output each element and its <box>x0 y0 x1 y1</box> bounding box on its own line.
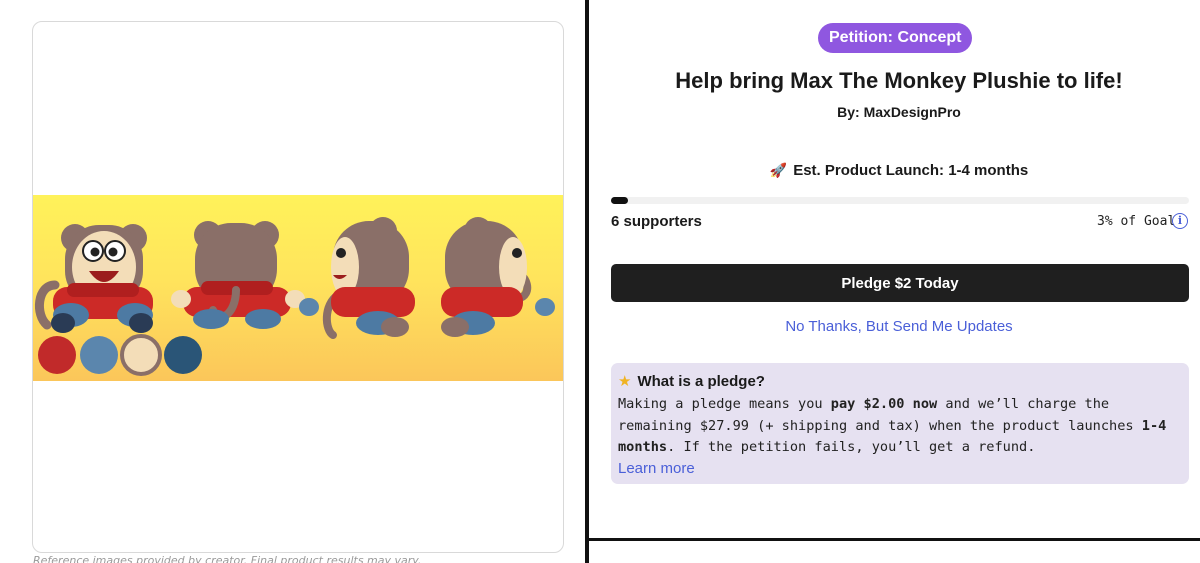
product-image-card <box>32 21 564 553</box>
pledge-info-box: ★ What is a pledge? Making a pledge means… <box>611 363 1189 484</box>
monkey-side-view-right <box>441 217 555 337</box>
pledge-info-body: Making a pledge means you pay $2.00 now … <box>618 394 1182 459</box>
pledge-info-heading-text: What is a pledge? <box>637 373 765 390</box>
launch-estimate: 🚀 Est. Product Launch: 1-4 months <box>589 162 1200 179</box>
pledge-body-bold-1: pay $2.00 now <box>830 396 938 412</box>
goal-progress-bar <box>611 197 1189 204</box>
color-swatch <box>80 336 118 374</box>
monkey-front-view <box>35 224 153 333</box>
petition-panel: Petition: Concept Help bring Max The Mon… <box>589 0 1200 538</box>
star-icon: ★ <box>618 373 632 390</box>
pledge-body-text-3: . If the petition fails, you’ll get a re… <box>667 439 1036 455</box>
page-title: Help bring Max The Monkey Plushie to lif… <box>675 68 1123 93</box>
goal-percent: 3% of Goal <box>1097 214 1176 229</box>
petition-status-badge: Petition: Concept <box>818 23 973 53</box>
color-swatch <box>120 334 162 376</box>
send-updates-link[interactable]: No Thanks, But Send Me Updates <box>589 318 1200 335</box>
rocket-icon: 🚀 <box>769 162 788 178</box>
info-icon[interactable]: i <box>1172 213 1188 229</box>
monkey-plushie-reference-sheet-icon <box>35 217 555 376</box>
color-swatch <box>38 336 76 374</box>
color-swatches <box>38 334 202 376</box>
monkey-back-view <box>171 221 305 329</box>
launch-estimate-text: Est. Product Launch: 1-4 months <box>793 162 1029 179</box>
product-reference-image[interactable] <box>33 195 563 381</box>
image-caption: Reference images provided by creator. Fi… <box>33 554 422 563</box>
creator-byline: By: MaxDesignPro <box>837 104 961 120</box>
horizontal-divider <box>589 538 1200 541</box>
pledge-info-heading: ★ What is a pledge? <box>618 372 1182 390</box>
pledge-body-text-1: Making a pledge means you <box>618 396 831 412</box>
learn-more-link[interactable]: Learn more <box>618 460 1182 477</box>
monkey-side-view-left <box>299 217 415 339</box>
supporters-count: 6 supporters <box>611 213 702 230</box>
goal-progress-fill <box>611 197 629 204</box>
pledge-button[interactable]: Pledge $2 Today <box>611 264 1189 302</box>
color-swatch <box>164 336 202 374</box>
